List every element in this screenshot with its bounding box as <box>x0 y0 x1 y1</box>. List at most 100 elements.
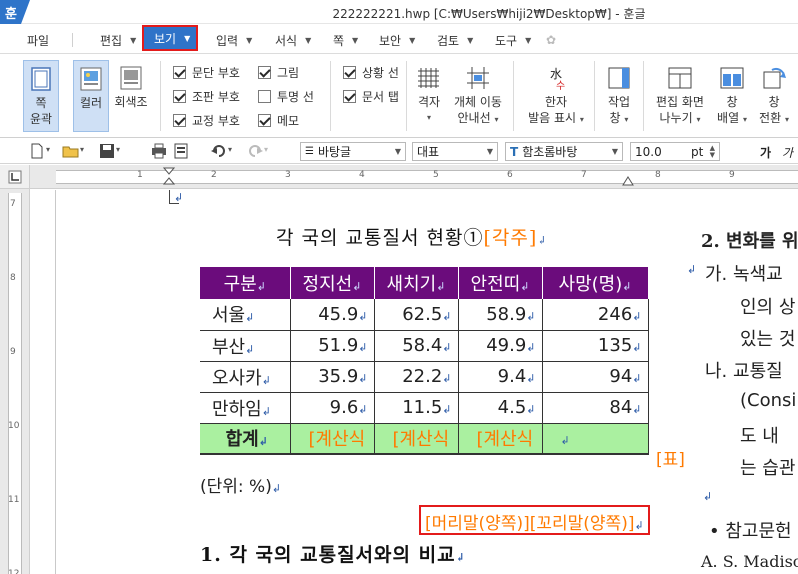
table-cell[interactable]: 84↲ <box>542 392 649 424</box>
menu-tools[interactable]: 도구 ▼ <box>495 30 531 50</box>
check-memo[interactable]: 메모 <box>258 111 299 129</box>
chevron-down-icon[interactable]: ▾ <box>116 145 134 161</box>
settings-icon[interactable]: ✿ <box>546 30 556 50</box>
table-cell[interactable]: 135↲ <box>542 330 649 362</box>
work-window-button[interactable]: 작업 창 ▾ <box>602 60 636 132</box>
list-item[interactable]: 는 습관 <box>740 454 795 480</box>
checkbox[interactable] <box>343 65 356 79</box>
table-cell[interactable]: 94↲ <box>542 361 649 393</box>
right-indent-marker-icon[interactable] <box>622 176 634 186</box>
grayscale-view-button[interactable]: 회색조 <box>113 60 149 132</box>
table-cell[interactable]: 합계↲ <box>200 423 291 455</box>
new-document-icon[interactable] <box>28 143 46 159</box>
reference-entry[interactable]: A. S. Madison <box>701 552 798 571</box>
list-item[interactable]: 가. 녹색교 <box>705 260 783 286</box>
list-item[interactable]: 있는 것 <box>740 325 795 351</box>
checkbox[interactable] <box>343 89 356 103</box>
checkbox[interactable] <box>258 113 271 127</box>
font-size-input[interactable]: 10.0 pt ▲ ▼ <box>630 142 720 161</box>
open-folder-icon[interactable] <box>62 143 80 159</box>
menu-page[interactable]: 쪽 ▼ <box>333 30 358 50</box>
table-cell[interactable]: 51.9↲ <box>290 330 375 362</box>
table-cell[interactable]: 9.4↲ <box>458 361 543 393</box>
checkbox[interactable] <box>173 113 186 127</box>
check-paragraph-mark[interactable]: 문단 부호 <box>173 63 240 81</box>
grid-button[interactable]: 격자 ▾ <box>412 60 446 132</box>
object-move-guide-button[interactable]: 개체 이동 안내선 ▾ <box>451 60 505 132</box>
menu-security[interactable]: 보안 ▼ <box>379 30 415 50</box>
chevron-down-icon[interactable]: ▾ <box>228 145 246 161</box>
check-document-tab[interactable]: 문서 탭 <box>343 87 399 105</box>
table-cell[interactable]: 49.9↲ <box>458 330 543 362</box>
header-footer-marker[interactable]: [머리말(양쪽)][꼬리말(양쪽)]↲ <box>419 505 650 535</box>
document-workspace[interactable]: ↲ 각 국의 교통질서 현황①[각주]↲ 구분↲ 정지선↲ 새치기↲ 안전띠↲ … <box>31 190 798 574</box>
table-cell[interactable]: 58.4↲ <box>374 330 459 362</box>
table-header-cell[interactable]: 안전띠↲ <box>458 267 543 299</box>
hanja-pronunciation-button[interactable]: 水수 한자 발음 표시 ▾ <box>526 60 586 132</box>
section-heading[interactable]: 2. 변화를 위 <box>701 227 798 253</box>
statistics-table[interactable]: 구분↲ 정지선↲ 새치기↲ 안전띠↲ 사망(명)↲ 서울↲ 45.9↲ 62.5… <box>200 267 649 455</box>
section-heading[interactable]: 1. 각 국의 교통질서와의 비교↲ <box>200 540 466 567</box>
document-page[interactable]: ↲ 각 국의 교통질서 현황①[각주]↲ 구분↲ 정지선↲ 새치기↲ 안전띠↲ … <box>55 190 798 574</box>
menu-view[interactable]: 보기 ▼ <box>141 25 199 51</box>
table-header-cell[interactable]: 새치기↲ <box>374 267 459 299</box>
table-header-cell[interactable]: 구분↲ <box>200 267 291 299</box>
checkbox[interactable] <box>173 65 186 79</box>
formula-field[interactable]: [계산식 <box>290 423 375 455</box>
table-cell[interactable]: 만하임↲ <box>200 392 291 424</box>
undo-icon[interactable] <box>210 143 228 159</box>
table-cell[interactable]: 4.5↲ <box>458 392 543 424</box>
italic-button[interactable]: 가 <box>782 144 793 161</box>
table-cell[interactable]: ↲ <box>542 423 649 455</box>
ruler-corner[interactable] <box>0 165 30 189</box>
split-screen-button[interactable]: 편집 화면 나누기 ▾ <box>652 60 708 132</box>
references-heading[interactable]: • 참고문헌 <box>709 517 792 543</box>
formula-field[interactable]: [계산식 <box>374 423 459 455</box>
table-cell[interactable]: 서울↲ <box>200 299 291 331</box>
table-caption-marker[interactable]: [표] <box>656 445 685 470</box>
check-status-line[interactable]: 상황 선 <box>343 63 399 81</box>
page-outline-button[interactable]: 쪽 윤곽 <box>23 60 59 132</box>
check-proof-mark[interactable]: 교정 부호 <box>173 111 240 129</box>
check-picture[interactable]: 그림 <box>258 63 299 81</box>
table-cell[interactable]: 45.9↲ <box>290 299 375 331</box>
table-cell[interactable]: 62.5↲ <box>374 299 459 331</box>
bold-button[interactable]: 가 <box>760 144 771 161</box>
footnote-marker[interactable]: [각주] <box>483 227 537 249</box>
arrange-window-button[interactable]: 창 배열 ▾ <box>714 60 750 132</box>
checkbox[interactable] <box>258 65 271 79</box>
table-cell[interactable]: 22.2↲ <box>374 361 459 393</box>
table-cell[interactable]: 58.9↲ <box>458 299 543 331</box>
indent-marker-icon[interactable] <box>163 167 175 187</box>
table-cell[interactable]: 11.5↲ <box>374 392 459 424</box>
menu-review[interactable]: 검토 ▼ <box>437 30 473 50</box>
list-item[interactable]: (Consi <box>740 390 796 411</box>
chevron-down-icon[interactable]: ▾ <box>264 145 282 161</box>
save-icon[interactable] <box>98 143 116 159</box>
menu-file[interactable]: 파일 <box>27 30 49 50</box>
menu-format[interactable]: 서식 ▼ <box>275 30 311 50</box>
menu-insert[interactable]: 입력 ▼ <box>216 30 252 50</box>
unit-note[interactable]: (단위: %)↲ <box>200 472 281 497</box>
chevron-down-icon[interactable]: ▾ <box>80 145 98 161</box>
style-select[interactable]: ☰ 바탕글 ▼ <box>300 142 406 161</box>
font-select[interactable]: T 함초롬바탕 ▼ <box>505 142 623 161</box>
formula-field[interactable]: [계산식 <box>458 423 543 455</box>
table-header-cell[interactable]: 사망(명)↲ <box>542 267 649 299</box>
check-transparent-line[interactable]: 투명 선 <box>258 87 314 105</box>
table-cell[interactable]: 246↲ <box>542 299 649 331</box>
vertical-ruler[interactable]: 7 8 9 10 11 12 <box>0 189 30 574</box>
list-item[interactable]: 인의 상 <box>740 293 795 319</box>
table-cell[interactable]: 35.9↲ <box>290 361 375 393</box>
table-header-cell[interactable]: 정지선↲ <box>290 267 375 299</box>
redo-icon[interactable] <box>246 143 264 159</box>
checkbox[interactable] <box>173 89 186 103</box>
check-control-code[interactable]: 조판 부호 <box>173 87 240 105</box>
table-cell[interactable]: 9.6↲ <box>290 392 375 424</box>
document-heading[interactable]: 각 국의 교통질서 현황①[각주]↲ <box>276 223 547 250</box>
language-select[interactable]: 대표 ▼ <box>412 142 498 161</box>
checkbox[interactable] <box>258 89 271 103</box>
list-item[interactable]: 나. 교통질 <box>705 357 783 383</box>
menu-edit[interactable]: 편집 ▼ <box>100 30 136 50</box>
print-icon[interactable] <box>150 143 168 159</box>
